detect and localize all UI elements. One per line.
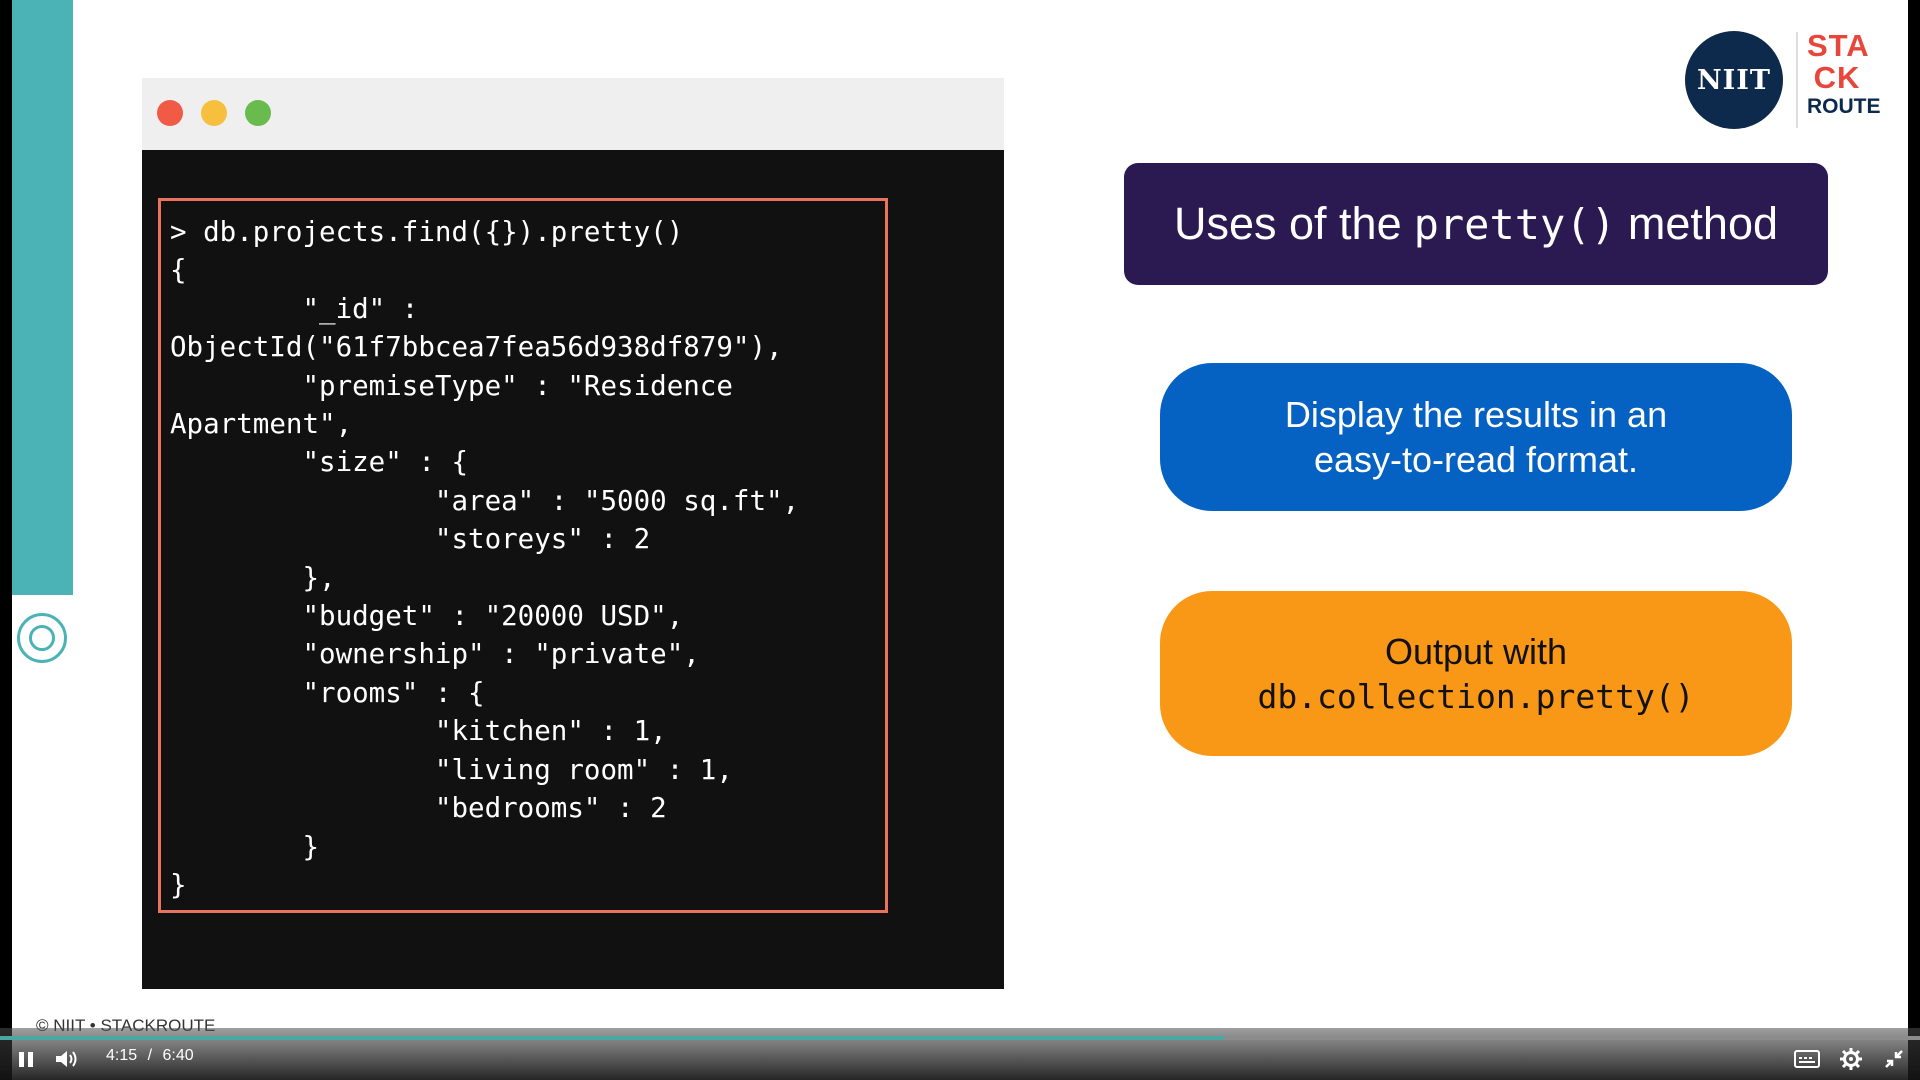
close-dot-icon: [157, 100, 183, 126]
captions-button[interactable]: [1794, 1043, 1822, 1075]
niit-logo: NIIT: [1685, 31, 1783, 129]
code-line: "area" : "5000 sq.ft",: [170, 484, 800, 517]
volume-icon: [56, 1051, 77, 1067]
code-block: > db.projects.find({}).pretty() { "_id" :…: [161, 201, 885, 904]
code-line: "budget" : "20000 USD",: [170, 600, 684, 633]
code-line: "storeys" : 2: [170, 523, 651, 556]
stackroute-logo: STA CK ROUTE: [1807, 28, 1881, 120]
terminal-window: > db.projects.find({}).pretty() { "_id" :…: [142, 78, 1004, 989]
progress-bar[interactable]: [0, 1036, 1920, 1040]
code-line: "premiseType" : "Residence: [170, 369, 733, 402]
captions-icon: [1794, 1050, 1820, 1068]
code-line: Apartment",: [170, 408, 353, 441]
code-line: ObjectId("61f7bbcea7fea56d938df879"),: [170, 331, 783, 364]
niit-logo-text: NIIT: [1696, 64, 1772, 96]
code-line: }: [170, 830, 320, 863]
current-time: 4:15: [106, 1047, 138, 1064]
title-suffix: method: [1627, 198, 1779, 249]
slide-title: Uses of the pretty() method: [1124, 163, 1828, 285]
code-line: "ownership" : "private",: [170, 638, 700, 671]
time-display: 4:15 / 6:40: [106, 1047, 200, 1065]
point-output-with: Output with db.collection.pretty(): [1160, 591, 1792, 756]
target-icon: [17, 613, 67, 663]
left-accent-bar: [12, 0, 73, 595]
stackroute-logo-line1: STA: [1807, 28, 1870, 63]
slide: > db.projects.find({}).pretty() { "_id" :…: [12, 0, 1908, 1080]
code-line: },: [170, 561, 336, 594]
code-highlight-box: > db.projects.find({}).pretty() { "_id" :…: [158, 198, 888, 913]
progress-fill: [0, 1036, 1224, 1040]
exit-fullscreen-icon: [1885, 1050, 1903, 1068]
pause-icon: [19, 1052, 33, 1067]
code-line: "size" : {: [170, 446, 469, 479]
point2-code: db.collection.pretty(): [1257, 676, 1695, 716]
maximize-dot-icon: [245, 100, 271, 126]
volume-button[interactable]: [54, 1043, 84, 1075]
code-line: "_id" :: [170, 292, 419, 325]
exit-fullscreen-button[interactable]: [1884, 1043, 1908, 1075]
title-prefix: Uses of the: [1173, 198, 1402, 249]
minimize-dot-icon: [201, 100, 227, 126]
stackroute-logo-line2: CK: [1813, 60, 1861, 95]
time-separator: /: [147, 1047, 153, 1064]
title-code: pretty(): [1413, 199, 1616, 249]
point2-line1: Output with: [1384, 630, 1568, 672]
code-line: "living room" : 1,: [170, 753, 733, 786]
code-line: "rooms" : {: [170, 676, 485, 709]
settings-button[interactable]: [1840, 1043, 1866, 1075]
terminal-title-bar: [142, 78, 1004, 150]
settings-icon: [1840, 1048, 1862, 1070]
point-readable-format: Display the results in an easy-to-read f…: [1160, 363, 1792, 511]
code-line: }: [170, 868, 187, 901]
pause-button[interactable]: [16, 1043, 40, 1075]
point1-line2: easy-to-read format.: [1313, 439, 1639, 480]
code-line: {: [170, 254, 187, 287]
code-line: "bedrooms" : 2: [170, 792, 667, 825]
stackroute-logo-line3: ROUTE: [1807, 95, 1881, 118]
terminal-body: > db.projects.find({}).pretty() { "_id" :…: [142, 150, 1004, 989]
code-line: "kitchen" : 1,: [170, 715, 667, 748]
code-line: > db.projects.find({}).pretty(): [170, 216, 684, 248]
duration: 6:40: [162, 1047, 194, 1064]
logo-divider: [1796, 32, 1798, 128]
point1-line1: Display the results in an: [1284, 394, 1668, 435]
